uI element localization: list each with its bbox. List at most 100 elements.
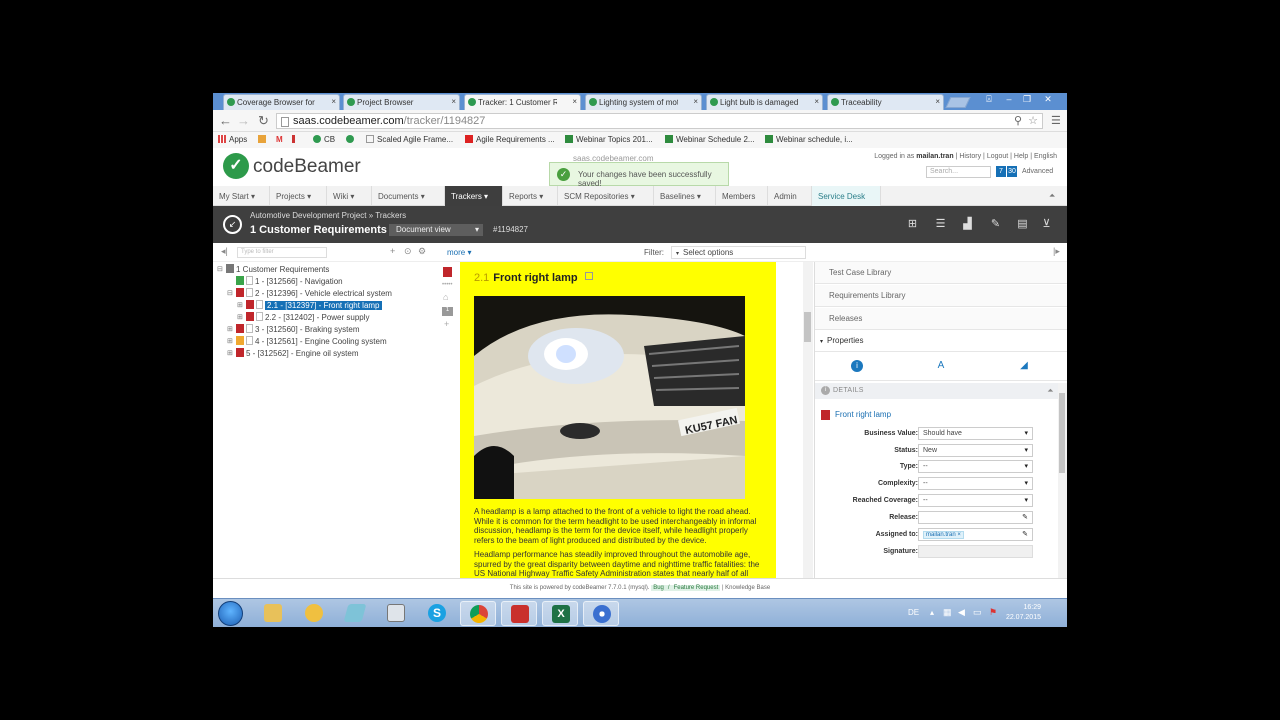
collapse-left-icon[interactable]: ◂| [221,246,228,257]
nav-service-desk[interactable]: Service Desk [812,186,881,206]
reached-coverage-select[interactable]: -- ▾ [918,494,1033,507]
collapse-icon[interactable]: ⊟ [217,265,223,273]
notes-taskbar-button[interactable] [337,601,373,626]
reload-icon[interactable]: ↻ [258,113,269,129]
more-menu[interactable]: more ▾ [447,248,471,257]
minimize-icon[interactable]: – [1001,94,1017,104]
breadcrumb[interactable]: Automotive Development Project » Tracker… [250,211,406,220]
badge-count-2[interactable]: 30 [1007,166,1017,177]
scrollbar-thumb[interactable] [1059,393,1065,473]
tab-lighting-system[interactable]: Lighting system of mot × [585,94,702,110]
skype-taskbar-button[interactable]: S [419,601,455,626]
tree-filter-input[interactable]: Type to filter [237,247,327,258]
username-link[interactable]: mailan.tran [916,153,953,160]
document-icon[interactable]: ▟ [961,218,974,230]
gear-icon[interactable]: ⚙ [418,246,426,257]
close-icon[interactable]: × [331,97,336,106]
user-icon[interactable]: ⍓ [981,94,997,105]
item-name-link[interactable]: Front right lamp [835,410,891,419]
assigned-to-input[interactable]: mailan.tran × ✎ [918,528,1033,541]
right-panel-scrollbar[interactable] [1058,383,1067,578]
nav-scm-repositories[interactable]: SCM Repositories ▾ [558,186,654,206]
tree-item[interactable]: 1 - [312566] - Navigation [236,276,343,286]
section-heading[interactable]: 2.1 Front right lamp [474,272,593,284]
tree-item[interactable]: 2.2 - [312402] - Power supply [246,312,370,322]
outlook-taskbar-button[interactable] [296,601,332,626]
menu-icon[interactable]: ☰ [1051,114,1061,127]
assignee-tag[interactable]: mailan.tran × [923,531,964,539]
refresh-icon[interactable]: ⊙ [404,246,412,257]
document-scrollbar[interactable] [803,262,813,578]
close-icon[interactable]: × [814,97,819,106]
gmail-icon[interactable]: M [276,135,283,144]
section-properties[interactable]: ▾ Properties [815,330,1067,352]
view-select[interactable]: Document view ▾ [389,224,483,236]
business-value-select[interactable]: Should have ▾ [918,427,1033,440]
bookmark-icon-1[interactable] [258,135,269,144]
status-select[interactable]: New ▾ [918,444,1033,457]
calculator-taskbar-button[interactable] [378,601,414,626]
star-icon[interactable]: ☆ [1028,114,1038,127]
tab-project-browser[interactable]: Project Browser × [343,94,460,110]
expand-icon[interactable]: ⊞ [237,301,243,309]
back-circle-icon[interactable]: ↙ [223,215,242,234]
section-body[interactable]: A headlamp is a lamp attached to the fro… [474,507,764,578]
export-icon[interactable]: ▤ [1016,218,1029,230]
bug-link[interactable]: Bug [651,585,666,591]
nav-trackers[interactable]: Trackers ▾ [445,186,503,206]
start-button[interactable] [218,601,243,626]
codebeamer-logo-icon[interactable]: ✓ [223,153,249,179]
knowledge-base-link[interactable]: | Knowledge Base [722,585,770,591]
feature-request-link[interactable]: Feature Request [671,585,721,591]
nav-my-start[interactable]: My Start ▾ [213,186,270,206]
search-input[interactable]: Search... [926,166,991,178]
new-tab-button[interactable] [945,97,971,108]
bookmark-apps[interactable]: Apps [218,135,247,144]
volume-icon[interactable]: ◀ [958,607,965,618]
network-icon[interactable]: ▦ [943,607,952,618]
signature-input[interactable] [918,545,1033,558]
details-header[interactable]: i DETAILS ⏶ [815,383,1067,399]
collapse-icon[interactable]: ⏶ [1049,191,1055,201]
complexity-select[interactable]: -- ▾ [918,477,1033,490]
tag-icon[interactable]: ◢ [1018,360,1030,372]
nav-projects[interactable]: Projects ▾ [270,186,327,206]
url-input[interactable]: saas.codebeamer.com/tracker/1194827 ⚲ ☆ [276,113,1043,129]
tab-traceability[interactable]: Traceability × [827,94,944,110]
tab-coverage-browser[interactable]: Coverage Browser for M × [223,94,340,110]
bookmark-webinar-schedule[interactable]: Webinar Schedule 2... [665,135,755,144]
collapse-icon[interactable]: ⊟ [227,289,233,297]
edit-icon[interactable]: ✎ [989,218,1002,230]
nav-wiki[interactable]: Wiki ▾ [327,186,372,206]
language-indicator[interactable]: DE [908,608,919,617]
bookmark-agile-requirements[interactable]: Agile Requirements ... [465,135,555,144]
tray-expand-icon[interactable]: ▴ [930,608,934,617]
bookmark-icon-3[interactable] [346,135,357,144]
app-logo-text[interactable]: codeBeamer [253,156,361,178]
tab-light-bulb[interactable]: Light bulb is damaged × [706,94,823,110]
bookmark-scaled-agile[interactable]: Scaled Agile Frame... [366,135,453,144]
close-icon[interactable]: × [935,97,940,106]
nav-documents[interactable]: Documents ▾ [372,186,445,206]
search-icon[interactable]: ⚲ [1014,114,1022,127]
expand-icon[interactable]: ⊞ [227,325,233,333]
bookmark-cb[interactable]: CB [313,135,335,144]
nav-baselines[interactable]: Baselines ▾ [654,186,716,206]
pencil-icon[interactable]: ✎ [1022,530,1028,538]
tree-item[interactable]: 2 - [312396] - Vehicle electrical system [236,288,392,298]
forward-arrow-icon[interactable]: → [237,113,250,128]
nav-members[interactable]: Members [716,186,768,206]
info-icon[interactable]: i [851,360,863,372]
drag-handle-icon[interactable]: ••••• [442,282,453,288]
restore-icon[interactable]: ❐ [1019,94,1035,105]
hierarchy-icon[interactable]: ⊞ [906,218,919,230]
close-icon[interactable]: × [451,97,456,106]
bookmark-webinar-topics[interactable]: Webinar Topics 201... [565,135,653,144]
edit-icon[interactable] [584,272,593,280]
expand-icon[interactable]: ⊞ [237,313,243,321]
section-requirements-library[interactable]: Requirements Library [815,285,1067,307]
display-icon[interactable]: ▭ [973,607,982,618]
tree-item[interactable]: 4 - [312561] - Engine Cooling system [236,336,387,346]
close-icon[interactable]: × [572,97,577,106]
list-icon[interactable]: ☰ [934,218,947,230]
